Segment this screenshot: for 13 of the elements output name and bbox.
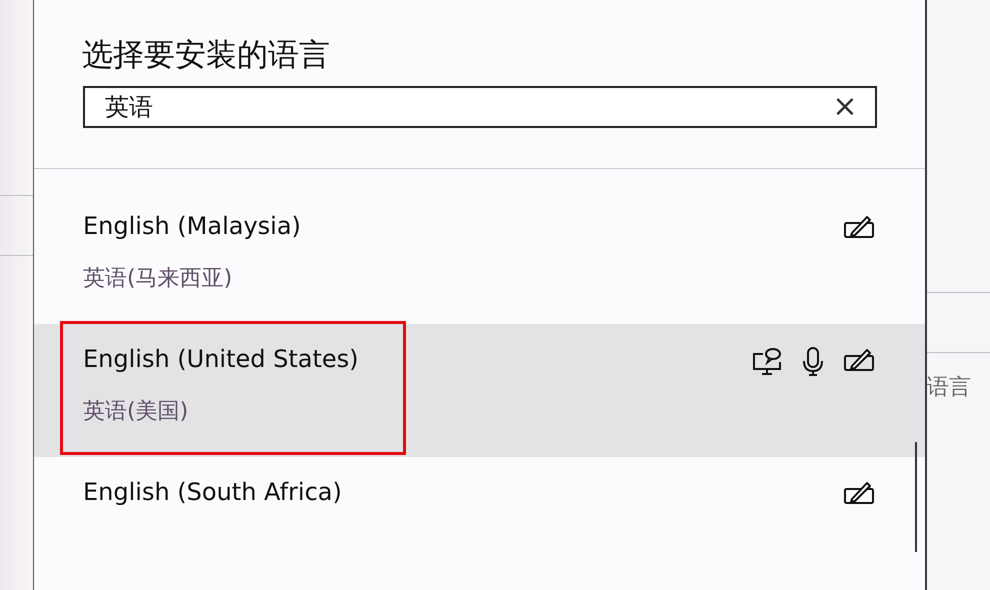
clear-button[interactable]: × <box>815 92 875 122</box>
language-native-name: 英语(马来西亚) <box>83 265 234 293</box>
language-item[interactable]: English (United States) 英语(美国) <box>34 324 925 457</box>
search-field[interactable]: 英语 × <box>83 86 877 128</box>
language-name: English (South Africa) <box>83 477 343 508</box>
language-native-name: 英语(美国) <box>83 398 190 426</box>
language-name: English (Malaysia) <box>83 211 302 242</box>
language-name: English (United States) <box>83 344 360 375</box>
background-text: 语言 <box>927 374 972 402</box>
language-item[interactable]: English (Malaysia) 英语(马来西亚) <box>34 191 925 324</box>
dialog-title: 选择要安装的语言 <box>81 36 331 75</box>
scrollbar-thumb[interactable] <box>915 442 917 552</box>
language-item[interactable]: English (South Africa) <box>34 457 925 590</box>
